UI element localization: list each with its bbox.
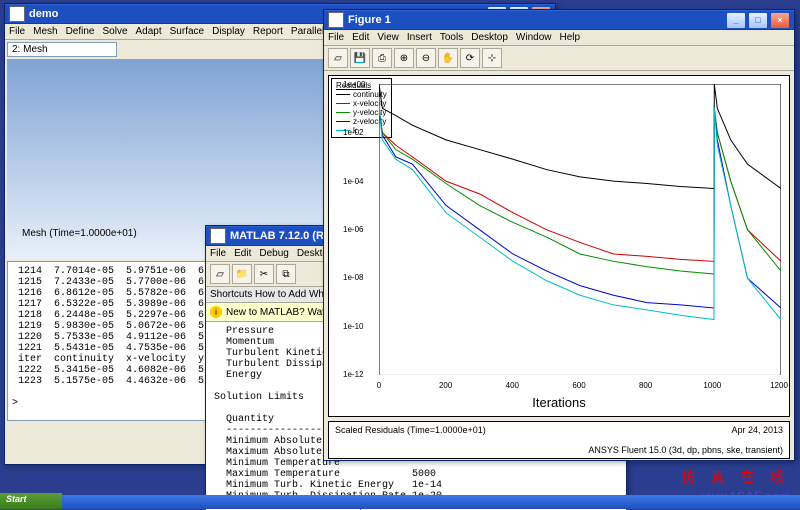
menu-parallel[interactable]: Parallel [291,26,324,37]
new-icon[interactable]: ▱ [328,48,348,68]
menu-view[interactable]: View [377,32,399,43]
menu-file[interactable]: File [210,248,226,259]
taskbar[interactable] [0,495,800,509]
ytick: 1e-02 [343,128,363,137]
xtick: 400 [506,381,519,390]
rotate-icon[interactable]: ⟳ [460,48,480,68]
menu-report[interactable]: Report [253,26,283,37]
menu-file[interactable]: File [9,26,25,37]
zoom-in-icon[interactable]: ⊕ [394,48,414,68]
start-button[interactable]: Start [0,493,62,509]
x-axis-label: Iterations [532,395,585,410]
menu-edit[interactable]: Edit [352,32,369,43]
ytick: 1e-12 [343,370,363,379]
app-icon [9,6,25,22]
menu-desktop[interactable]: Desktop [471,32,508,43]
menu-help[interactable]: Help [560,32,581,43]
ytick: 1e-10 [343,322,363,331]
figure-menubar: File Edit View Insert Tools Desktop Window Help [324,30,794,46]
mesh-selector[interactable]: 2: Mesh [7,42,117,57]
menu-surface[interactable]: Surface [170,26,204,37]
xtick: 800 [639,381,652,390]
new-icon[interactable]: ▱ [210,264,230,284]
footer-right: ANSYS Fluent 15.0 (3d, dp, pbns, ske, tr… [588,445,783,455]
menu-window[interactable]: Window [516,32,552,43]
xtick: 1000 [703,381,721,390]
close-button[interactable]: × [770,12,790,29]
menu-solve[interactable]: Solve [102,26,127,37]
xtick: 0 [377,381,381,390]
cut-icon[interactable]: ✂ [254,264,274,284]
menu-debug[interactable]: Debug [259,248,288,259]
watermark-cn: 仿 真 在 线 [682,467,791,487]
xtick: 200 [439,381,452,390]
menu-adapt[interactable]: Adapt [136,26,162,37]
menu-edit[interactable]: Edit [234,248,251,259]
figure-title: Figure 1 [348,14,391,26]
ytick: 1e-04 [343,177,363,186]
print-icon[interactable]: ⎙ [372,48,392,68]
xtick: 1200 [770,381,788,390]
ytick: 1e+00 [343,80,365,89]
figure-icon [328,12,344,28]
figure-titlebar[interactable]: Figure 1 _ □ × [324,10,794,30]
data-cursor-icon[interactable]: ⊹ [482,48,502,68]
maximize-button[interactable]: □ [748,12,768,29]
figure-footer: Scaled Residuals (Time=1.0000e+01) Apr 2… [328,421,790,459]
ytick: 1e-06 [343,225,363,234]
footer-left: Scaled Residuals (Time=1.0000e+01) [335,425,783,435]
mesh-time-label: Mesh (Time=1.0000e+01) [22,228,137,239]
menu-display[interactable]: Display [212,26,245,37]
save-icon[interactable]: 💾 [350,48,370,68]
axes[interactable]: Residualscontinuityx-velocityy-velocityz… [328,75,790,417]
ytick: 1e-08 [343,273,363,282]
xtick: 600 [572,381,585,390]
pan-icon[interactable]: ✋ [438,48,458,68]
zoom-out-icon[interactable]: ⊖ [416,48,436,68]
info-icon: i [210,306,222,318]
matlab-icon [210,228,226,244]
plot-lines [379,84,781,375]
minimize-button[interactable]: _ [726,12,746,29]
copy-icon[interactable]: ⧉ [276,264,296,284]
menu-insert[interactable]: Insert [407,32,432,43]
menu-tools[interactable]: Tools [440,32,463,43]
figure-toolbar: ▱ 💾 ⎙ ⊕ ⊖ ✋ ⟳ ⊹ [324,46,794,71]
menu-file[interactable]: File [328,32,344,43]
menu-mesh[interactable]: Mesh [33,26,57,37]
menu-define[interactable]: Define [66,26,95,37]
demo-title: demo [29,8,58,20]
open-icon[interactable]: 📁 [232,264,252,284]
footer-date: Apr 24, 2013 [731,425,783,435]
figure-window: Figure 1 _ □ × File Edit View Insert Tools De… [323,9,795,461]
